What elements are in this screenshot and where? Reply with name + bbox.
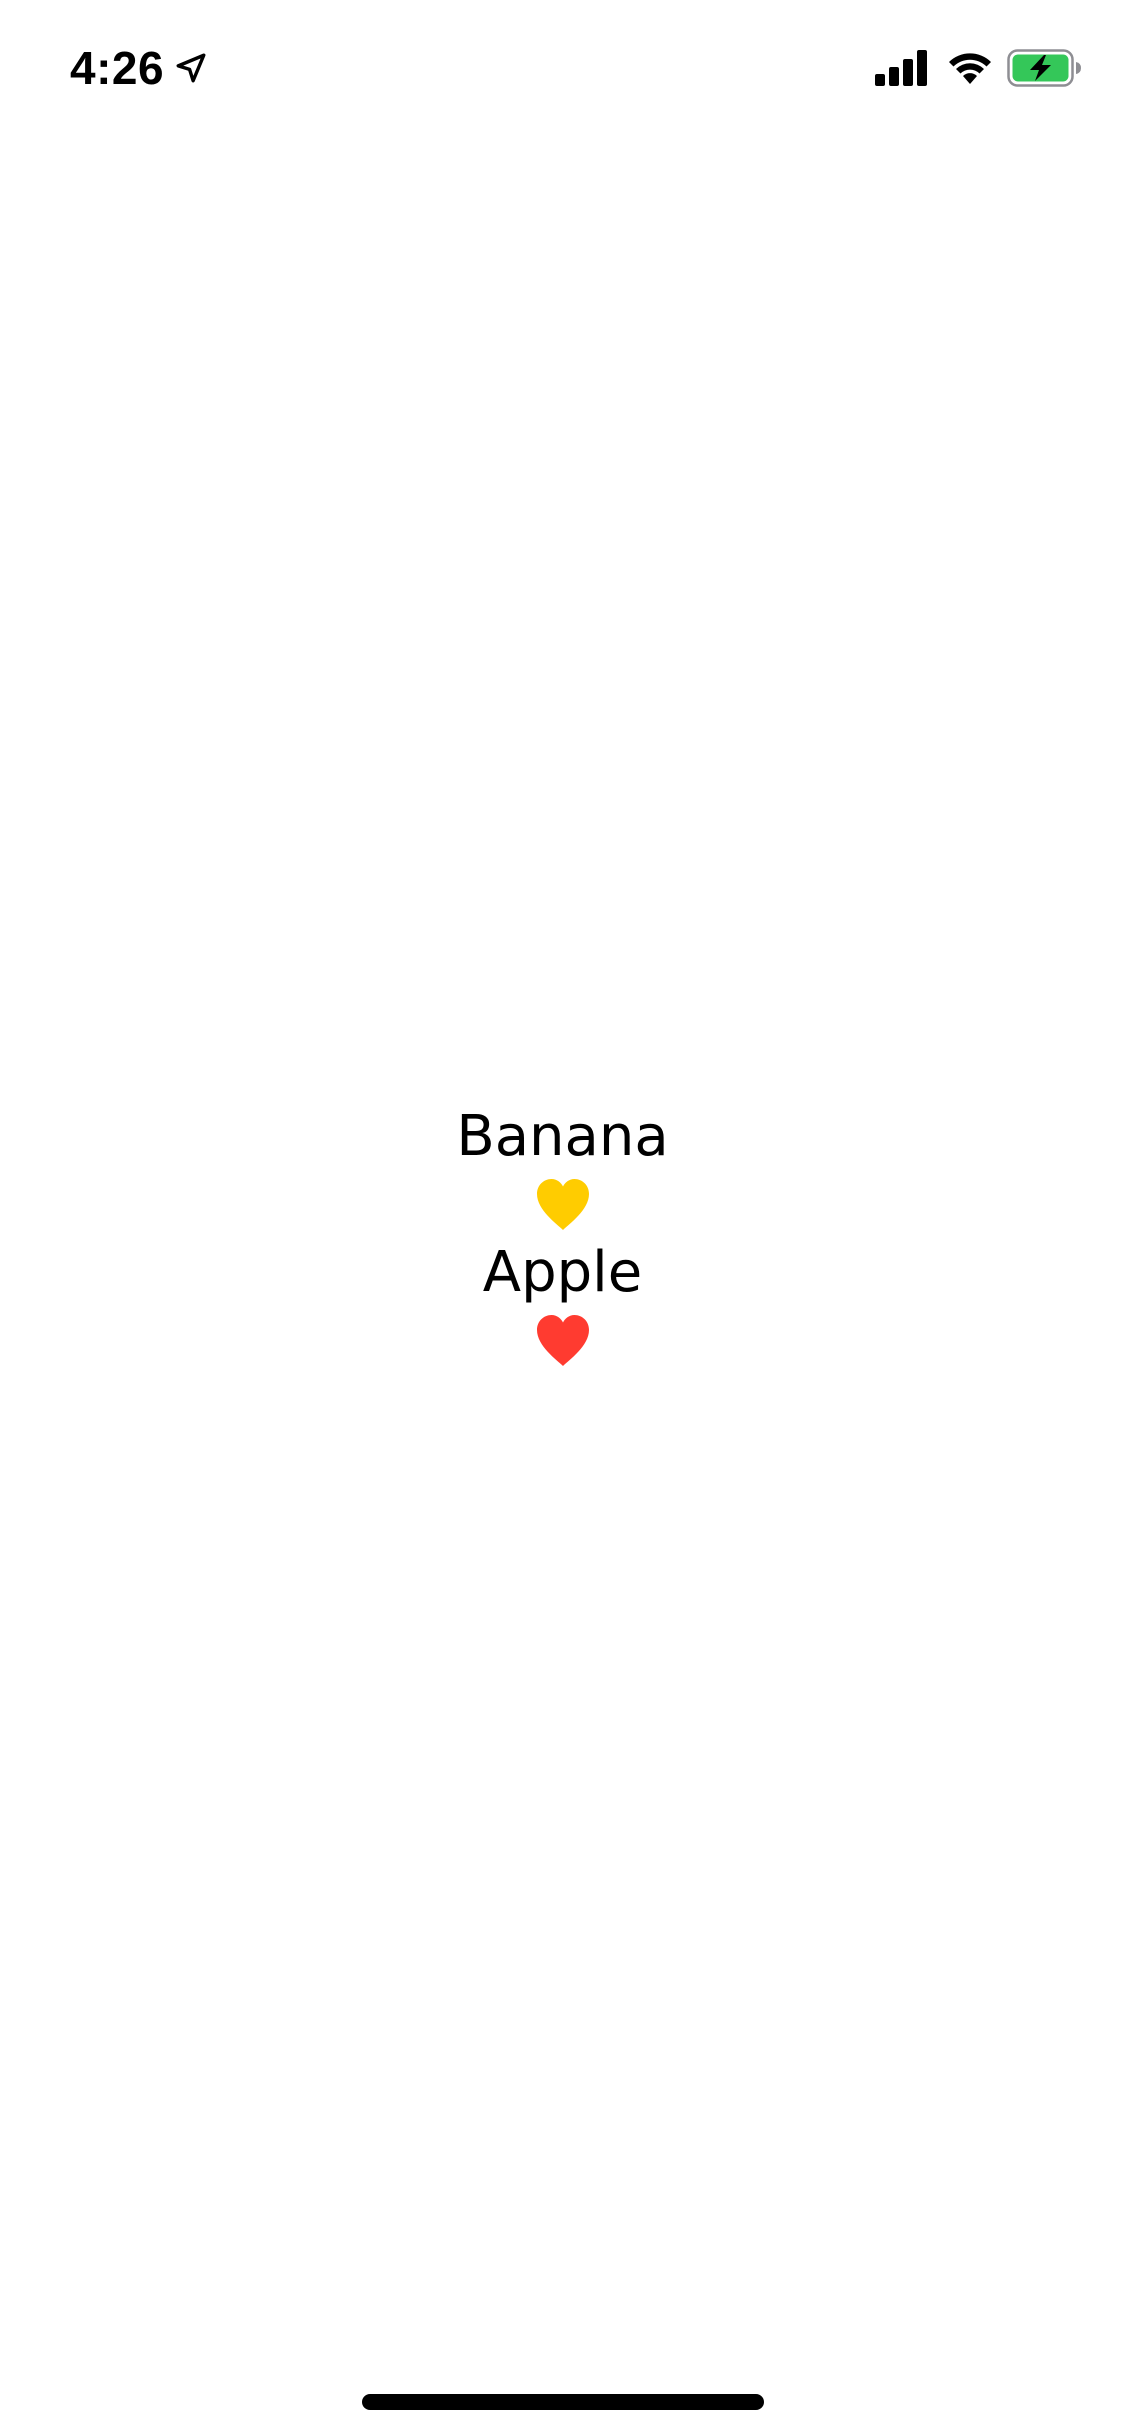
status-indicators: [875, 46, 1083, 90]
battery-charging-icon: [1007, 49, 1081, 87]
status-time-group: 4:26: [70, 38, 208, 98]
status-bar: 4:26: [0, 0, 1125, 132]
heart-icon: [536, 1315, 589, 1366]
fruit-label-apple: Apple: [482, 1240, 643, 1305]
heart-icon: [536, 1179, 589, 1230]
fruit-label-banana: Banana: [456, 1104, 669, 1169]
cellular-signal-icon: [875, 50, 927, 86]
status-time: 4:26: [70, 42, 165, 94]
wifi-icon: [949, 53, 991, 84]
home-indicator[interactable]: [362, 2394, 764, 2410]
location-arrow-icon: [176, 53, 206, 83]
fruit-list: Banana Apple: [0, 1100, 1125, 1372]
